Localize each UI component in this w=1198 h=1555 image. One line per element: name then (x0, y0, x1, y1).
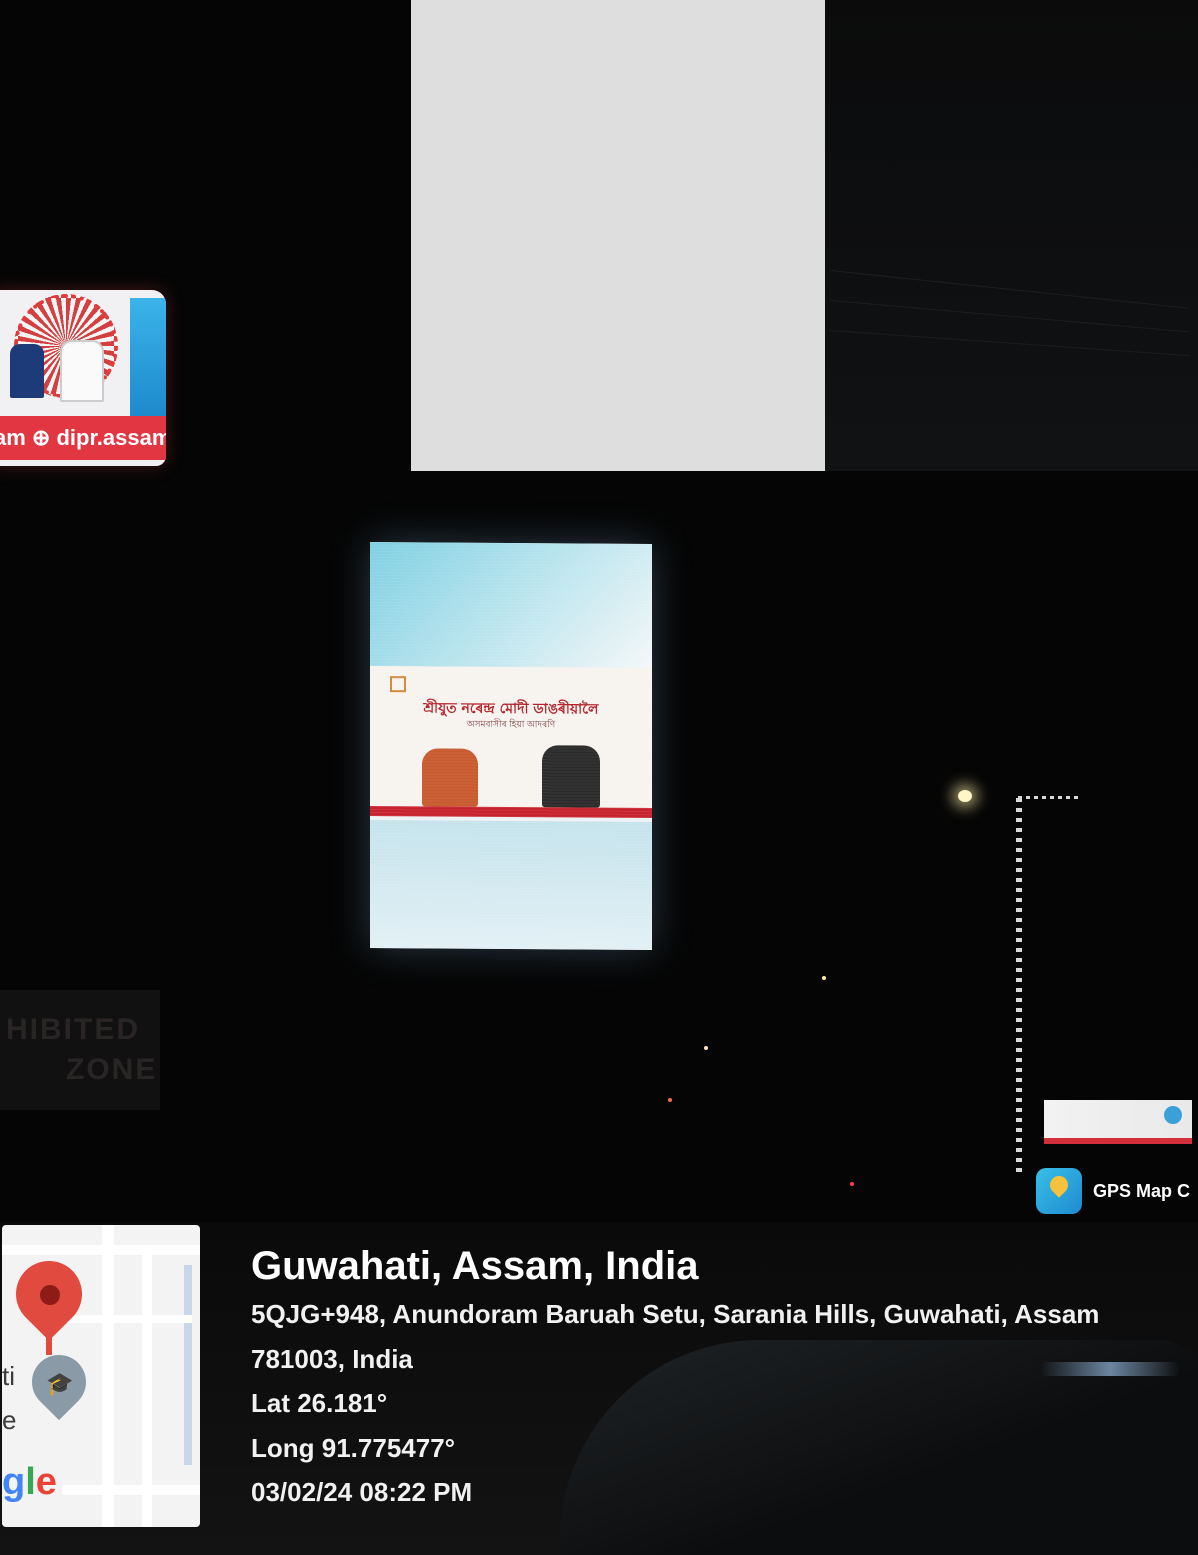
map-pin-icon (1036, 1168, 1082, 1214)
billboard-figure (60, 340, 104, 402)
timestamp-text: 03/02/24 08:22 PM (251, 1477, 473, 1507)
billboard-lower-graphic (370, 820, 652, 950)
address-line: 781003, India (251, 1344, 413, 1374)
lit-pole (1016, 798, 1022, 1178)
billboard-poster: শ্ৰীযুত নৰেন্দ্ৰ মোদী ডাঙৰীয়ালৈ অসমবাসী… (370, 666, 652, 818)
billboard-sky-graphic (370, 542, 652, 668)
gps-app-label: GPS Map C (1093, 1181, 1191, 1201)
billboard-side-panel (130, 298, 166, 428)
billboard-red-strip (370, 806, 652, 818)
distant-light (704, 1046, 708, 1050)
billboard-figure (10, 344, 44, 398)
billboard-url-bar: am ⊕ dipr.assam.gov.in (0, 416, 166, 460)
location-title: Guwahati, Assam, India (251, 1244, 699, 1288)
night-street-photo: am ⊕ dipr.assam.gov.in শ্ৰীযুত নৰেন্দ্ৰ … (0, 0, 1198, 1555)
distant-billboard (1044, 1100, 1192, 1144)
distant-light (822, 976, 826, 980)
address-line: 5QJG+948, Anundoram Baruah Setu, Sarania… (251, 1299, 1100, 1329)
night-sky (825, 0, 1198, 471)
longitude-text: Long 91.775477° (251, 1433, 456, 1463)
map-thumbnail: 🎓 ti e gle (2, 1225, 200, 1527)
billboard-subline: অসমবাসীৰ হিয়া আদৰণি (466, 718, 556, 730)
redacted-panel (411, 0, 825, 471)
billboard-figure (422, 748, 478, 807)
street-lamp (958, 790, 972, 802)
center-led-billboard: শ্ৰীযুত নৰেন্দ্ৰ মোদী ডাঙৰীয়ালৈ অসমবাসী… (370, 542, 652, 950)
left-led-billboard: am ⊕ dipr.assam.gov.in (0, 290, 166, 466)
billboard-logo-icon (1164, 1106, 1182, 1124)
lamp-arm (1018, 796, 1080, 799)
latitude-text: Lat 26.181° (251, 1388, 388, 1418)
billboard-figure (542, 745, 600, 808)
traffic-light (668, 1098, 672, 1102)
roadside-sign-text: HIBITED ZONE (6, 1013, 158, 1086)
emblem-icon (390, 676, 406, 693)
tail-light (850, 1182, 854, 1186)
map-brand-logo: gle (2, 1461, 57, 1503)
